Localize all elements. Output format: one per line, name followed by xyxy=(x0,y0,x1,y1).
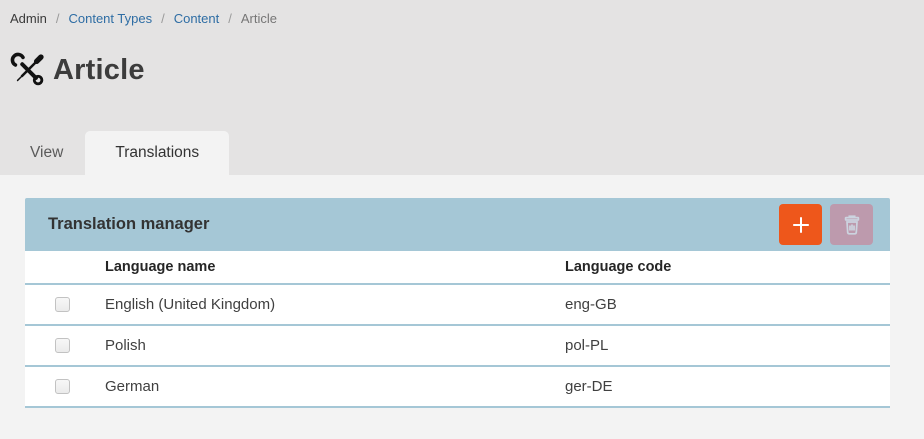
breadcrumb-item-admin: Admin xyxy=(10,11,47,26)
language-code-cell: ger-DE xyxy=(565,366,890,407)
trash-icon xyxy=(840,213,864,237)
breadcrumb-separator: / xyxy=(161,11,165,26)
top-header-section: Admin / Content Types / Content / Articl… xyxy=(0,0,924,175)
row-checkbox[interactable] xyxy=(55,297,70,312)
language-code-cell: eng-GB xyxy=(565,284,890,325)
checkbox-column-header xyxy=(25,251,105,284)
language-code-column-header: Language code xyxy=(565,251,890,284)
add-translation-button[interactable] xyxy=(779,204,822,245)
language-name-cell: Polish xyxy=(105,325,565,366)
row-checkbox[interactable] xyxy=(55,338,70,353)
panel-title: Translation manager xyxy=(48,215,779,234)
language-code-cell: pol-PL xyxy=(565,325,890,366)
page-title: Article xyxy=(53,54,145,87)
language-name-cell: English (United Kingdom) xyxy=(105,284,565,325)
panel-header: Translation manager xyxy=(25,198,890,251)
page-title-row: Article xyxy=(10,52,924,88)
delete-translation-button[interactable] xyxy=(830,204,873,245)
translation-manager-panel: Translation manager xyxy=(25,198,890,408)
breadcrumb-separator: / xyxy=(228,11,232,26)
tab-bar: View Translations xyxy=(0,131,924,175)
translations-table: Language name Language code English (Uni… xyxy=(25,251,890,408)
language-name-cell: German xyxy=(105,366,565,407)
row-checkbox[interactable] xyxy=(55,379,70,394)
table-row: German ger-DE xyxy=(25,366,890,407)
tab-translations[interactable]: Translations xyxy=(85,131,229,175)
tab-content-area: Translation manager xyxy=(0,175,924,437)
breadcrumb-separator: / xyxy=(56,11,60,26)
plus-icon xyxy=(790,214,812,236)
table-header-row: Language name Language code xyxy=(25,251,890,284)
breadcrumb-current-article: Article xyxy=(241,11,277,26)
breadcrumb-link-content-types[interactable]: Content Types xyxy=(68,11,152,26)
breadcrumb-link-content[interactable]: Content xyxy=(174,11,220,26)
language-name-column-header: Language name xyxy=(105,251,565,284)
breadcrumb: Admin / Content Types / Content / Articl… xyxy=(0,11,924,26)
tab-view[interactable]: View xyxy=(8,131,85,175)
table-row: Polish pol-PL xyxy=(25,325,890,366)
table-row: English (United Kingdom) eng-GB xyxy=(25,284,890,325)
tools-icon xyxy=(10,52,46,88)
